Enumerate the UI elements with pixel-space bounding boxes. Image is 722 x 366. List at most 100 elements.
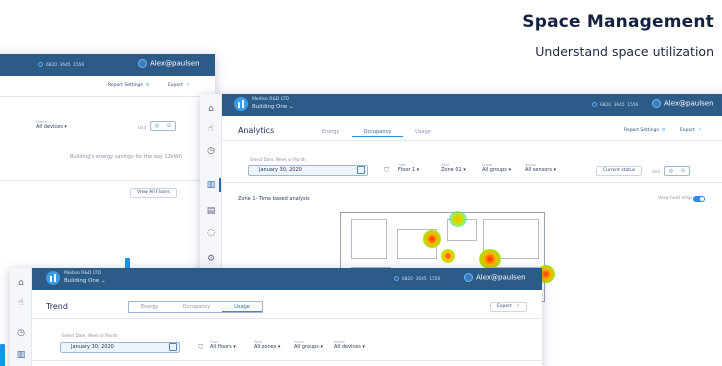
floor-filter[interactable]: Floor All floors ▾ [210, 340, 236, 350]
heatmap-toggle[interactable] [693, 196, 705, 202]
chart-bar [0, 344, 5, 366]
zone-filter[interactable]: Zone Zone 01 ▾ [441, 163, 466, 173]
floor-filter-value: Floor 1 [398, 167, 416, 173]
sensor-filter[interactable]: Sensor All sensors ▾ [525, 163, 556, 173]
energy-savings: Building's energy savings for the day 12… [70, 154, 182, 160]
date-picker[interactable]: January 30, 2020 [248, 165, 368, 176]
device-filter[interactable]: Device All devices ▾ [36, 120, 67, 130]
analytics-unit-label: Unit [652, 169, 661, 174]
home-icon[interactable]: ⌂ [206, 104, 216, 114]
energy-user[interactable]: Alex@paulsen [138, 59, 200, 68]
tab-energy[interactable]: Energy [310, 127, 352, 137]
building-logo-icon [46, 271, 60, 285]
date-picker[interactable]: January 30, 2020 [60, 342, 180, 353]
stat-2: 3645 [59, 63, 71, 68]
date-value: January 30, 2020 [71, 344, 114, 350]
date-label: Select Date, Week or Month [250, 157, 306, 162]
trend-window: ⌂ ☝ ◷ ▥ Mediso R&D LTD Building One ⌄ 68… [10, 268, 542, 366]
filter-icon[interactable]: ⛉ [384, 166, 389, 175]
report-settings-label: Report Settings [108, 83, 143, 88]
tab-usage[interactable]: Usage [222, 302, 262, 312]
report-settings-label: Report Settings [624, 128, 659, 133]
current-status-button[interactable]: Current status [596, 166, 643, 176]
stat-2: 3645 [415, 277, 427, 282]
zone-filter-value: Zone 01 [441, 167, 462, 173]
clock-icon[interactable]: ◷ [16, 328, 26, 338]
date-value: January 30, 2020 [259, 167, 302, 173]
stat-2: 3645 [613, 103, 625, 108]
zone-filter[interactable]: Zone All zones ▾ [254, 340, 280, 350]
export-button[interactable]: Export ↗ [674, 127, 708, 137]
tab-usage[interactable]: Usage [403, 127, 443, 137]
avatar-icon [652, 99, 661, 108]
building-icon[interactable]: ▤ [206, 206, 216, 216]
energy-unit-label: Unit [138, 125, 147, 130]
building-selector[interactable]: Building One ⌄ [252, 104, 294, 110]
building-name: Building One [64, 278, 100, 284]
energy-unit-toggle[interactable]: ◎ ⊙ [150, 121, 176, 131]
chevron-down-icon: ⌄ [101, 278, 106, 284]
gear-icon: ⚙ [144, 83, 150, 88]
analytics-unit-toggle[interactable]: ◎ ⊙ [664, 166, 690, 176]
stat-1: 6820 [600, 103, 611, 108]
page-title: Trend [46, 302, 68, 311]
tab-energy[interactable]: Energy [129, 302, 171, 312]
heat-spot [423, 230, 441, 248]
zone-filter-value: All zones [254, 344, 277, 350]
analytics-divider [222, 140, 722, 141]
stat-1: 6820 [402, 277, 413, 282]
heat-spot [449, 211, 467, 227]
status-icon [394, 276, 399, 281]
unit-option-2[interactable]: ⊙ [677, 167, 689, 175]
trend-export-button[interactable]: Export ↗ [490, 302, 527, 312]
device-filter[interactable]: Device All devices ▾ [334, 340, 365, 350]
building-selector[interactable]: Building One ⌄ [64, 278, 106, 284]
building-logo-icon [234, 97, 248, 111]
stat-1: 6820 [46, 63, 57, 68]
clock-icon[interactable]: ◷ [206, 146, 216, 156]
page-title: Analytics [238, 126, 275, 135]
unit-option-1[interactable]: ◎ [665, 167, 677, 175]
home-icon[interactable]: ⌂ [16, 278, 26, 288]
sensor-filter-value: All sensors [525, 167, 552, 173]
calendar-icon[interactable] [169, 343, 177, 351]
energy-report-settings-button[interactable]: Report Settings ⚙ [102, 82, 156, 92]
analytics-icon[interactable]: ▥ [206, 180, 216, 190]
user-name: Alex@paulsen [664, 99, 714, 108]
analytics-icon[interactable]: ▥ [16, 350, 26, 360]
marketing-collage: Space Management Understand space utiliz… [0, 0, 722, 366]
analytics-stats: 6820 3645 1556 [592, 102, 638, 108]
energy-topbar: 6820 3645 1556 Alex@paulsen [0, 54, 215, 76]
group-filter[interactable]: Group All groups ▾ [482, 163, 511, 173]
unit-option-2[interactable]: ⊙ [163, 122, 175, 130]
export-icon: ↗ [513, 304, 520, 309]
view-all-floors-button[interactable]: View All Floors [130, 188, 177, 198]
stat-3: 1556 [429, 277, 441, 282]
calendar-icon[interactable] [357, 166, 365, 174]
floor-filter[interactable]: Floor Floor 1 ▾ [398, 163, 419, 173]
company-name: Mediso R&D LTD [252, 97, 289, 102]
user-name: Alex@paulsen [476, 273, 526, 282]
tab-occupancy[interactable]: Occupancy [171, 302, 223, 312]
export-label: Export [497, 304, 512, 309]
settings-icon[interactable]: ⚙ [206, 254, 216, 264]
touch-icon[interactable]: ☝ [206, 124, 216, 134]
trend-user[interactable]: Alex@paulsen [464, 273, 526, 282]
avatar-icon [138, 59, 147, 68]
tab-occupancy[interactable]: Occupancy [351, 127, 404, 137]
chevron-down-icon: ⌄ [289, 104, 294, 110]
analytics-user[interactable]: Alex@paulsen [652, 99, 714, 108]
group-filter[interactable]: Group All groups ▾ [294, 340, 323, 350]
trend-tabs: Energy Occupancy Usage [128, 301, 263, 313]
headline-title: Space Management [522, 12, 714, 32]
status-icon [592, 102, 597, 107]
touch-icon[interactable]: ☝ [16, 298, 26, 308]
report-settings-button[interactable]: Report Settings ⚙ [618, 127, 672, 137]
filter-icon[interactable]: ⛉ [198, 343, 203, 352]
unit-option-1[interactable]: ◎ [151, 122, 163, 130]
analytics-topbar: Mediso R&D LTD Building One ⌄ 6820 3645 … [222, 94, 722, 116]
energy-export-button[interactable]: Export ↗ [162, 82, 196, 92]
bulb-icon[interactable]: ◌ [206, 228, 216, 238]
export-label: Export [680, 128, 695, 133]
export-icon: ↗ [696, 128, 702, 133]
